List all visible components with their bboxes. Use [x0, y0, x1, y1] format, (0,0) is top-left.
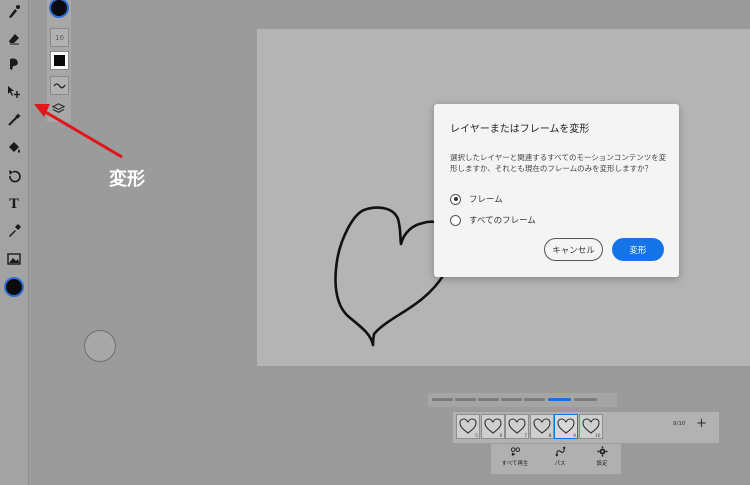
transform-button[interactable]: 変形 — [612, 238, 664, 261]
play-all-label: すべて再生 — [501, 461, 529, 467]
frame-thumbnail[interactable]: 8 — [529, 414, 554, 439]
radio-dot — [453, 197, 458, 201]
option-all-frames[interactable]: すべてのフレーム — [450, 214, 536, 226]
add-frame-button[interactable]: + — [696, 416, 707, 431]
frame-number: 10 — [594, 434, 601, 439]
heart-thumbnail-icon — [581, 418, 600, 434]
heart-thumbnail-icon — [557, 418, 575, 434]
heart-thumbnail-icon — [508, 418, 526, 434]
settings-label: 設定 — [596, 461, 608, 467]
frame-number: 6 — [499, 434, 503, 439]
track-segment-active[interactable] — [548, 398, 571, 401]
dialog-body: 選択したレイヤーと関連するすべてのモーションコンテンツを変形しますか、それとも現… — [450, 153, 667, 173]
track-segment[interactable] — [501, 398, 522, 401]
radio-button[interactable] — [450, 193, 461, 205]
heart-thumbnail-icon — [532, 418, 551, 434]
annotation-label: 変形 — [109, 169, 145, 190]
frame-number: 5 — [475, 434, 478, 439]
transform-dialog: レイヤーまたはフレームを変形 選択したレイヤーと関連するすべてのモーションコンテ… — [434, 104, 679, 277]
track-segment[interactable] — [524, 398, 545, 401]
frame-thumbnail[interactable]: 7 — [505, 414, 529, 439]
option-label: すべてのフレーム — [469, 216, 536, 226]
frame-thumbnail[interactable]: 6 — [480, 414, 505, 439]
settings-button[interactable]: 設定 — [584, 446, 620, 472]
frame-number: 7 — [524, 434, 527, 439]
track-segment[interactable] — [432, 398, 453, 401]
option-frame[interactable]: フレーム — [450, 193, 503, 205]
path-button[interactable]: パス — [542, 446, 578, 472]
frame-thumbnail[interactable]: 10 — [578, 414, 603, 439]
track-segment[interactable] — [455, 398, 476, 401]
dialog-title: レイヤーまたはフレームを変形 — [450, 124, 590, 135]
frame-thumbnail[interactable]: 5 — [456, 414, 480, 439]
path-label: パス — [554, 461, 566, 467]
frame-thumbnail-active[interactable]: 9 — [554, 414, 578, 439]
track-segment[interactable] — [574, 398, 597, 401]
gear-icon — [596, 446, 608, 457]
frame-number: 9 — [573, 434, 576, 439]
play-all-icon — [510, 447, 520, 457]
frame-counter: 9/10 — [673, 421, 686, 427]
heart-thumbnail-icon — [483, 418, 502, 434]
track-segment[interactable] — [478, 398, 499, 401]
path-icon — [555, 446, 565, 457]
heart-thumbnail-icon — [459, 418, 477, 434]
play-all-button[interactable]: すべて再生 — [497, 446, 533, 472]
option-label: フレーム — [469, 195, 503, 205]
cancel-button[interactable]: キャンセル — [544, 238, 603, 261]
frame-number: 8 — [548, 434, 552, 439]
radio-button[interactable] — [450, 214, 461, 226]
